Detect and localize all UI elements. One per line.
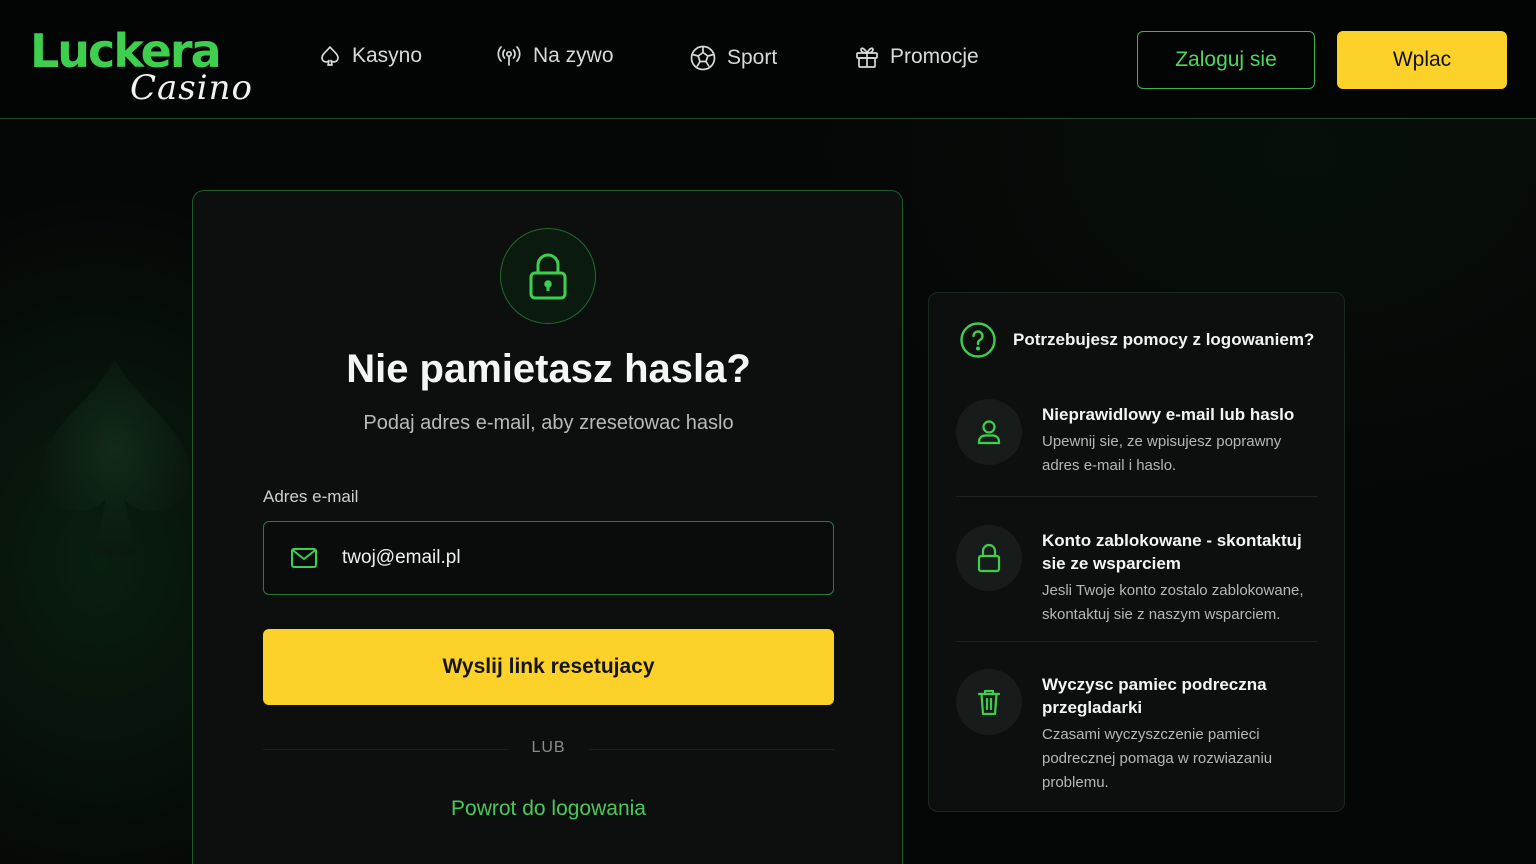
email-field[interactable] [263, 521, 834, 595]
divider [956, 641, 1318, 642]
nav-item-sport[interactable]: Sport [689, 44, 777, 72]
spade-icon [321, 46, 339, 66]
help-item-title: Nieprawidlowy e-mail lub haslo [1042, 405, 1295, 424]
help-item-title: Wyczysc pamiec podreczna przegladarki [1042, 675, 1267, 717]
help-header: Potrzebujesz pomocy z logowaniem? [959, 321, 1314, 359]
lock-icon [956, 525, 1022, 591]
send-reset-link-button[interactable]: Wyslij link resetujacy [263, 629, 834, 705]
nav-label: Kasyno [352, 44, 423, 67]
divider [956, 496, 1318, 497]
nav-item-na-zywo[interactable]: Na zywo [495, 44, 614, 68]
lock-badge [500, 228, 596, 324]
question-circle-icon [960, 322, 996, 358]
help-item-desc: Upewnij sie, ze wpisujesz poprawny adres… [1042, 433, 1282, 474]
help-item-desc: Czasami wyczyszczenie pamieci podrecznej… [1042, 726, 1273, 791]
nav-label: Sport [727, 46, 778, 69]
page-subtitle: Podaj adres e-mail, aby zresetowac haslo [363, 412, 734, 434]
help-item-invalid-credentials[interactable]: Nieprawidlowy e-mail lub haslo Upewnij s… [956, 399, 1318, 489]
nav-label: Promocje [890, 45, 979, 68]
help-title: Potrzebujesz pomocy z logowaniem? [1013, 330, 1315, 349]
help-item-clear-cache[interactable]: Wyczysc pamiec podreczna przegladarki Cz… [956, 669, 1318, 791]
spade-decoration-icon [40, 360, 190, 555]
login-button[interactable]: Zaloguj sie [1137, 31, 1315, 89]
nav-item-promocje[interactable]: Promocje [854, 44, 979, 70]
login-help-panel: Potrzebujesz pomocy z logowaniem? Niepra… [928, 292, 1345, 812]
password-reset-card: Nie pamietasz hasla? Podaj adres e-mail,… [192, 190, 903, 864]
deposit-button[interactable]: Wplac [1337, 31, 1507, 89]
back-to-login-link[interactable]: Powrot do logowania [193, 797, 904, 821]
page-title: Nie pamietasz hasla? [346, 347, 751, 391]
soccer-ball-icon [690, 45, 716, 71]
top-header: Luckera Casino Kasyno Na zywo Sport Prom… [0, 0, 1536, 119]
trash-icon [956, 669, 1022, 735]
nav-label: Na zywo [533, 44, 614, 67]
help-item-desc: Jesli Twoje konto zostalo zablokowane, s… [1042, 582, 1304, 623]
help-item-title: Konto zablokowane - skontaktuj sie ze ws… [1042, 531, 1302, 573]
user-icon [956, 399, 1022, 465]
email-input[interactable] [342, 547, 802, 569]
email-label: Adres e-mail [263, 487, 359, 506]
lock-icon [529, 253, 567, 300]
nav-item-kasyno[interactable]: Kasyno [318, 44, 422, 68]
or-separator: LUB [531, 739, 566, 756]
gift-icon [856, 47, 878, 68]
help-item-account-locked[interactable]: Konto zablokowane - skontaktuj sie ze ws… [956, 525, 1318, 637]
broadcast-icon [497, 46, 521, 66]
brand-subname: Casino [130, 68, 253, 108]
mail-icon [290, 547, 318, 569]
brand-logo[interactable]: Luckera Casino [30, 22, 252, 108]
